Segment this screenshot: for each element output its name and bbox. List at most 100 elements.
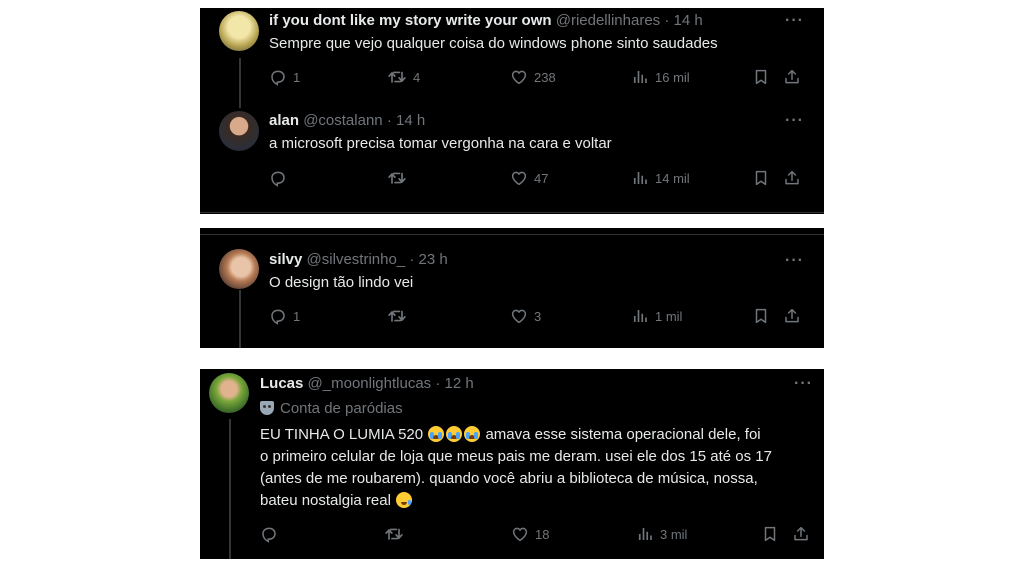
tweet[interactable]: if you dont like my story write your own… [200,8,824,108]
tweet-actions: 1 3 1 mil [269,305,809,327]
tweet-text-line: EU TINHA O LUMIA 520 amava esse sistema … [260,424,820,446]
views-button[interactable]: 14 mil [631,167,690,189]
tweet-text: EU TINHA O LUMIA 520 amava esse sistema … [260,424,820,512]
separator: · [409,251,415,268]
tweet-text-segment: EU TINHA O LUMIA 520 [260,426,424,443]
more-dots-icon[interactable]: ··· [785,113,804,129]
parody-label: Conta de paródias [260,399,403,419]
separator: · [435,375,441,392]
like-count: 18 [535,526,550,542]
author-handle[interactable]: @_moonlightlucas [308,375,432,392]
separator: · [664,12,670,29]
tweet[interactable]: Lucas @_moonlightlucas · 12 h ··· Conta … [200,369,824,559]
author-name[interactable]: silvy [269,251,302,268]
reply-icon [269,169,287,187]
bookmark-icon [752,169,770,187]
like-button[interactable]: 238 [510,66,556,88]
like-count: 3 [534,308,542,324]
timestamp[interactable]: 14 h [396,112,425,129]
reply-icon [269,68,287,86]
more-dots-icon[interactable]: ··· [785,13,804,29]
loudly-crying-emoji [428,426,445,442]
bookmark-button[interactable] [761,523,779,545]
tweet-header: alan @costalann · 14 h [269,111,425,131]
reply-button[interactable] [269,167,293,189]
view-count: 16 mil [655,69,690,85]
retweet-button[interactable] [387,167,413,189]
reply-button[interactable] [260,523,284,545]
bookmark-icon [752,68,770,86]
bookmark-icon [761,525,779,543]
heart-icon [510,68,528,86]
share-icon [783,169,801,187]
author-name[interactable]: if you dont like my story write your own [269,12,552,29]
retweet-button[interactable] [384,523,410,545]
reply-icon [260,525,278,543]
views-icon [636,525,654,543]
retweet-icon [387,67,407,87]
more-dots-icon[interactable]: ··· [794,376,813,392]
tweet-text-line: (antes de me roubarem). quando você abri… [260,470,758,487]
reply-button[interactable]: 1 [269,305,300,327]
tweet-text: a microsoft precisa tomar vergonha na ca… [269,135,612,152]
views-button[interactable]: 3 mil [636,523,687,545]
more-dots-icon[interactable]: ··· [785,253,804,269]
tweet-text-line: bateu nostalgia real [260,490,820,512]
views-button[interactable]: 1 mil [631,305,682,327]
loudly-crying-emoji [464,426,481,442]
heart-icon [511,525,529,543]
views-icon [631,169,649,187]
like-button[interactable]: 3 [510,305,541,327]
share-button[interactable] [783,167,801,189]
smiling-face-with-tear-emoji [396,492,413,508]
like-button[interactable]: 18 [511,523,549,545]
reply-button[interactable]: 1 [269,66,300,88]
avatar[interactable] [219,11,259,51]
heart-icon [510,169,528,187]
author-handle[interactable]: @silvestrinho_ [307,251,406,268]
retweet-button[interactable]: 4 [387,66,420,88]
avatar[interactable] [209,373,249,413]
views-button[interactable]: 16 mil [631,66,690,88]
share-button[interactable] [792,523,810,545]
reply-count: 1 [293,308,301,324]
views-icon [631,68,649,86]
timestamp[interactable]: 14 h [674,12,703,29]
tweet[interactable]: alan @costalann · 14 h ··· a microsoft p… [200,108,824,214]
tweet-actions: 1 4 238 16 mil [269,66,809,88]
author-name[interactable]: Lucas [260,375,303,392]
author-handle[interactable]: @riedellinhares [556,12,660,29]
avatar[interactable] [219,111,259,151]
share-icon [783,307,801,325]
reply-icon [269,307,287,325]
share-button[interactable] [783,305,801,327]
share-icon [783,68,801,86]
like-count: 47 [534,170,549,186]
bookmark-button[interactable] [752,167,770,189]
retweet-count: 4 [413,69,421,85]
retweet-icon [384,524,404,544]
author-handle[interactable]: @costalann [303,112,382,129]
bookmark-button[interactable] [752,305,770,327]
tweet-panel-3: Lucas @_moonlightlucas · 12 h ··· Conta … [200,369,824,559]
timestamp[interactable]: 23 h [419,251,448,268]
divider [200,212,824,213]
tweet-text: Sempre que vejo qualquer coisa do window… [269,35,718,52]
retweet-icon [387,306,407,326]
loudly-crying-emoji [446,426,463,442]
retweet-button[interactable] [387,305,413,327]
tweet[interactable]: silvy @silvestrinho_ · 23 h ··· O design… [200,228,824,348]
bookmark-icon [752,307,770,325]
view-count: 14 mil [655,170,690,186]
timestamp[interactable]: 12 h [445,375,474,392]
share-button[interactable] [783,66,801,88]
like-button[interactable]: 47 [510,167,548,189]
separator: · [386,112,392,129]
share-icon [792,525,810,543]
view-count: 1 mil [655,308,683,324]
author-name[interactable]: alan [269,112,299,129]
bookmark-button[interactable] [752,66,770,88]
view-count: 3 mil [660,526,688,542]
tweet-text-line: o primeiro celular de loja que meus pais… [260,448,772,465]
avatar[interactable] [219,249,259,289]
